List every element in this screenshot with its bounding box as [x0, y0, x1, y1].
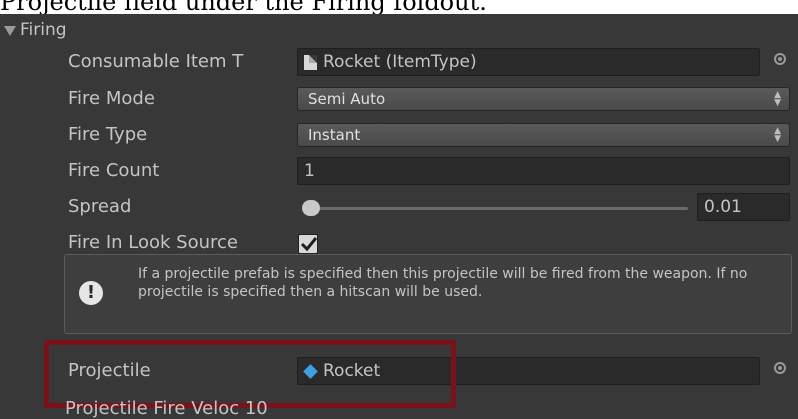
fire-mode-label: Fire Mode — [68, 88, 155, 109]
fire-in-look-label: Fire In Look Source — [68, 232, 238, 253]
object-picker-icon[interactable] — [774, 53, 786, 65]
help-box: ! If a projectile prefab is specified th… — [64, 254, 792, 334]
object-picker-icon[interactable] — [774, 362, 786, 374]
info-icon: ! — [79, 281, 103, 305]
spread-row: Spread 0.01 — [0, 189, 798, 225]
fire-type-value: Instant — [308, 126, 361, 144]
spread-slider-thumb[interactable] — [302, 200, 320, 216]
foldout-label: Firing — [20, 20, 67, 40]
fire-mode-dropdown[interactable]: Semi Auto ▲ ▼ — [297, 87, 790, 111]
fire-type-dropdown[interactable]: Instant ▲ ▼ — [297, 123, 790, 147]
scriptable-object-icon — [304, 54, 317, 70]
projectile-fire-velocity-label: Projectile Fire Veloc 10 — [65, 398, 268, 419]
foldout-arrow-icon[interactable] — [4, 26, 16, 36]
firing-foldout[interactable]: Firing — [4, 16, 67, 44]
fire-type-label: Fire Type — [68, 124, 148, 145]
checkmark-icon — [300, 237, 318, 252]
spread-input[interactable]: 0.01 — [697, 193, 790, 221]
fire-type-row: Fire Type Instant ▲ ▼ — [0, 117, 798, 153]
consumable-item-row: Consumable Item T Rocket (ItemType) — [0, 44, 798, 80]
consumable-item-label: Consumable Item T — [68, 51, 244, 72]
help-text: If a projectile prefab is specified then… — [138, 266, 748, 300]
fire-count-label: Fire Count — [68, 160, 160, 181]
inspector-panel: Firing Consumable Item T Rocket (ItemTyp… — [0, 14, 798, 419]
dropdown-arrows-icon: ▲ ▼ — [774, 126, 781, 144]
fire-count-row: Fire Count 1 — [0, 153, 798, 189]
fire-in-look-checkbox[interactable] — [298, 234, 318, 254]
dropdown-arrows-icon: ▲ ▼ — [774, 90, 781, 108]
consumable-item-field[interactable]: Rocket (ItemType) — [297, 48, 760, 76]
fire-mode-value: Semi Auto — [308, 90, 386, 108]
fire-count-input[interactable]: 1 — [297, 157, 790, 185]
consumable-item-value: Rocket (ItemType) — [323, 52, 477, 72]
spread-label: Spread — [68, 196, 132, 217]
spread-slider-track[interactable] — [312, 207, 688, 210]
fire-mode-row: Fire Mode Semi Auto ▲ ▼ — [0, 81, 798, 117]
